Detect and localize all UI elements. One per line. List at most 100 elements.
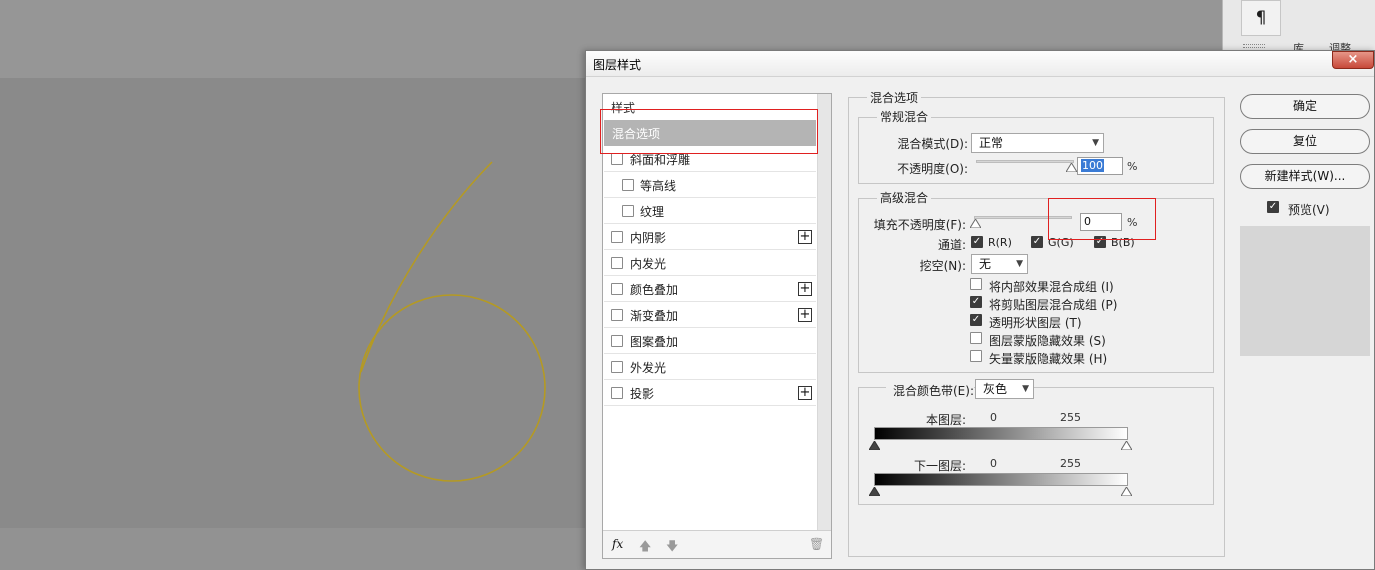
underlying-high-value: 255 [1060,457,1081,470]
new-style-button[interactable]: 新建样式(W)... [1240,164,1370,189]
shape-tail [360,161,493,373]
style-checkbox[interactable] [611,283,623,295]
move-down-icon[interactable]: 🡇 [666,537,678,558]
close-button[interactable]: × [1332,51,1374,69]
style-checkbox[interactable] [622,205,634,217]
highlight-box [1048,198,1156,240]
this-layer-white-thumb[interactable] [1121,441,1132,450]
style-checkbox[interactable] [611,231,623,243]
blend-interior-checkbox[interactable] [970,278,982,290]
opacity-unit: % [1127,160,1138,173]
this-layer-low-value: 0 [990,411,997,424]
style-item-label: 投影 [630,387,655,401]
this-layer-high-value: 255 [1060,411,1081,424]
paragraph-symbol: ¶ [1255,8,1267,28]
chevron-down-icon: ▼ [1022,384,1029,394]
blend-if-group [858,387,1214,505]
vector-mask-hides-checkbox[interactable] [970,350,982,362]
style-item-outer-glow[interactable]: 外发光 [604,354,816,380]
chevron-down-icon: ▼ [1016,259,1023,269]
trash-icon[interactable]: 🗑 [809,537,824,551]
blend-if-select[interactable]: 灰色 ▼ [975,379,1034,399]
style-checkbox[interactable] [611,309,623,321]
blend-clipped-checkbox[interactable]: ✓ [970,296,982,308]
this-layer-label: 本图层: [925,413,966,427]
chevron-down-icon: ▼ [1092,138,1099,148]
add-effect-icon[interactable]: + [798,308,812,322]
opacity-slider-track[interactable] [976,160,1074,163]
style-item-contour[interactable]: 等高线 [604,172,816,198]
add-effect-icon[interactable]: + [798,282,812,296]
this-layer-gradient[interactable] [874,427,1128,440]
advanced-blending-title: 高级混合 [877,189,932,206]
style-item-color-overlay[interactable]: 颜色叠加 + [604,276,816,302]
preview-checkbox[interactable]: ✓ [1267,201,1279,213]
style-item-inner-shadow[interactable]: 内阴影 + [604,224,816,250]
add-effect-icon[interactable]: + [798,386,812,400]
style-checkbox[interactable] [611,335,623,347]
style-item-drop-shadow[interactable]: 投影 + [604,380,816,406]
panel-grip-icon[interactable] [1243,44,1265,48]
style-item-label: 内阴影 [630,231,667,245]
blend-if-label: 混合颜色带(E): [886,382,974,399]
preview-label: 预览(V) [1288,203,1330,217]
style-item-label: 渐变叠加 [630,309,679,323]
paragraph-icon[interactable]: ¶ [1241,0,1281,36]
style-item-label: 内发光 [630,257,667,271]
style-checkbox[interactable] [611,257,623,269]
style-item-inner-glow[interactable]: 内发光 [604,250,816,276]
opacity-input[interactable]: 100 [1077,157,1123,175]
style-list-scrollbar[interactable] [817,94,831,530]
layer-style-dialog: 图层样式 × 样式 混合选项 斜面和浮雕 等高线 纹理 内阴影 + 内发光 颜色… [585,50,1375,570]
underlying-layer-label: 下一图层: [913,459,966,473]
blend-clipped-label: 将剪贴图层混合成组 (P) [989,298,1118,312]
underlying-low-value: 0 [990,457,997,470]
style-item-label: 外发光 [630,361,667,375]
blend-if-value: 灰色 [983,382,1008,396]
shape-circle [358,294,546,482]
style-item-gradient-overlay[interactable]: 渐变叠加 + [604,302,816,328]
style-checkbox[interactable] [611,387,623,399]
style-item-label: 纹理 [640,205,665,219]
style-item-pattern-overlay[interactable]: 图案叠加 [604,328,816,354]
shape-path-six[interactable] [0,0,600,570]
channel-g-checkbox[interactable]: ✓ [1031,236,1043,248]
style-item-label: 颜色叠加 [630,283,679,297]
layer-mask-hides-label: 图层蒙版隐藏效果 (S) [989,334,1106,348]
underlying-white-thumb[interactable] [1121,487,1132,496]
style-item-texture[interactable]: 纹理 [604,198,816,224]
knockout-value: 无 [979,257,992,271]
reset-button[interactable]: 复位 [1240,129,1370,154]
add-effect-icon[interactable]: + [798,230,812,244]
style-checkbox[interactable] [611,361,623,373]
blend-mode-select[interactable]: 正常 ▼ [971,133,1104,153]
this-layer-black-thumb[interactable] [869,441,880,450]
fill-opacity-slider-thumb[interactable] [970,219,981,228]
knockout-label: 挖空(N): [919,259,966,273]
blend-mode-label: 混合模式(D): [897,137,968,151]
blend-interior-label: 将内部效果混合成组 (I) [989,280,1114,294]
style-checkbox[interactable] [611,153,623,165]
channel-r-checkbox[interactable]: ✓ [971,236,983,248]
move-up-icon[interactable]: 🡅 [639,537,651,558]
underlying-gradient[interactable] [874,473,1128,486]
knockout-select[interactable]: 无 ▼ [971,254,1028,274]
fill-opacity-label: 填充不透明度(F): [873,218,966,232]
fx-icon[interactable]: fx [612,537,623,551]
style-item-label: 图案叠加 [630,335,679,349]
dialog-titlebar[interactable]: 图层样式 [586,51,1374,77]
ok-button[interactable]: 确定 [1240,94,1370,119]
opacity-value: 100 [1081,159,1104,172]
blending-options-title: 混合选项 [867,89,922,106]
vector-mask-hides-label: 矢量蒙版隐藏效果 (H) [989,352,1108,366]
layer-mask-hides-checkbox[interactable] [970,332,982,344]
style-list: 样式 混合选项 斜面和浮雕 等高线 纹理 内阴影 + 内发光 颜色叠加 + 渐变… [602,93,832,559]
highlight-box [600,109,818,154]
transparency-shapes-checkbox[interactable]: ✓ [970,314,982,326]
general-blending-title: 常规混合 [877,108,932,125]
style-checkbox[interactable] [622,179,634,191]
style-list-footer: fx 🡅 🡇 🗑 [603,530,831,558]
opacity-slider-thumb[interactable] [1066,163,1077,172]
underlying-black-thumb[interactable] [869,487,880,496]
style-preview-thumbnail [1240,226,1370,356]
